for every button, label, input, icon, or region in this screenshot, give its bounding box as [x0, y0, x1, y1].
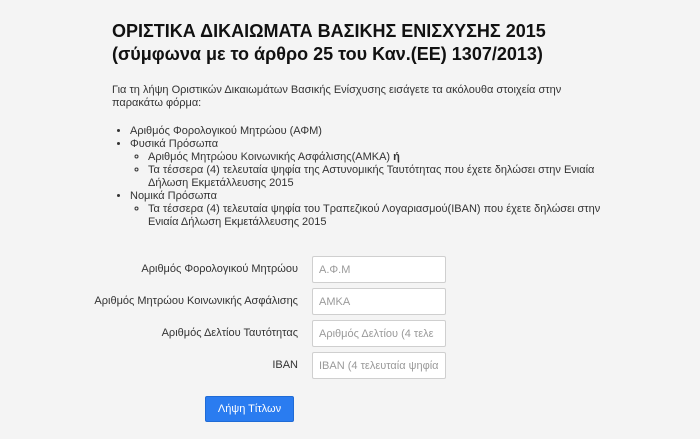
amka-input[interactable] [312, 288, 446, 315]
requirement-iban: Τα τέσσερα (4) τελευταία ψηφία του Τραπε… [148, 203, 630, 229]
page-title-line-1: ΟΡΙΣΤΙΚΑ ΔΙΚΑΙΩΜΑΤΑ ΒΑΣΙΚΗΣ ΕΝΙΣΧΥΣΗΣ 20… [112, 21, 546, 41]
iban-input[interactable] [312, 352, 446, 379]
or-text: ή [393, 151, 400, 163]
requirement-afm: Αριθμός Φορολογικού Μητρώου (ΑΦΜ) [130, 125, 630, 138]
afm-input[interactable] [312, 256, 446, 283]
afm-label: Αριθμός Φορολογικού Μητρώου [141, 263, 298, 275]
form-row-afm: Αριθμός Φορολογικού Μητρώου [0, 256, 700, 283]
form-row-iban: IBAN [0, 352, 700, 379]
requirement-natural-persons: Φυσικά Πρόσωπα Αριθμός Μητρώου Κοινωνική… [130, 138, 630, 190]
requirement-legal-persons: Νομικά Πρόσωπα Τα τέσσερα (4) τελευταία … [130, 190, 630, 229]
legal-persons-label: Νομικά Πρόσωπα [130, 190, 217, 202]
requirement-amka: Αριθμός Μητρώου Κοινωνικής Ασφάλισης(ΑΜΚ… [148, 151, 630, 164]
intro-text: Για τη λήψη Οριστικών Δικαιωμάτων Βασική… [112, 84, 562, 109]
page-title-line-2: (σύμφωνα με το άρθρο 25 του Καν.(ΕΕ) 130… [112, 44, 543, 64]
legal-persons-sublist: Τα τέσσερα (4) τελευταία ψηφία του Τραπε… [130, 203, 630, 229]
requirement-id-card: Τα τέσσερα (4) τελευταία ψηφία της Αστυν… [148, 164, 630, 190]
page: ΟΡΙΣΤΙΚΑ ΔΙΚΑΙΩΜΑΤΑ ΒΑΣΙΚΗΣ ΕΝΙΣΧΥΣΗΣ 20… [0, 0, 700, 439]
natural-persons-sublist: Αριθμός Μητρώου Κοινωνικής Ασφάλισης(ΑΜΚ… [130, 151, 630, 190]
amka-label: Αριθμός Μητρώου Κοινωνικής Ασφάλισης [94, 295, 298, 307]
id-card-label: Αριθμός Δελτίου Ταυτότητας [161, 327, 298, 339]
form-row-id-card: Αριθμός Δελτίου Ταυτότητας [0, 320, 700, 347]
iban-label: IBAN [272, 359, 298, 371]
natural-persons-label: Φυσικά Πρόσωπα [130, 138, 219, 150]
page-title: ΟΡΙΣΤΙΚΑ ΔΙΚΑΙΩΜΑΤΑ ΒΑΣΙΚΗΣ ΕΝΙΣΧΥΣΗΣ 20… [112, 20, 546, 66]
id-card-input[interactable] [312, 320, 446, 347]
get-titles-button[interactable]: Λήψη Τίτλων [205, 396, 294, 422]
form-row-amka: Αριθμός Μητρώου Κοινωνικής Ασφάλισης [0, 288, 700, 315]
requirements-list: Αριθμός Φορολογικού Μητρώου (ΑΦΜ) Φυσικά… [112, 125, 630, 229]
amka-text: Αριθμός Μητρώου Κοινωνικής Ασφάλισης(ΑΜΚ… [148, 151, 391, 163]
